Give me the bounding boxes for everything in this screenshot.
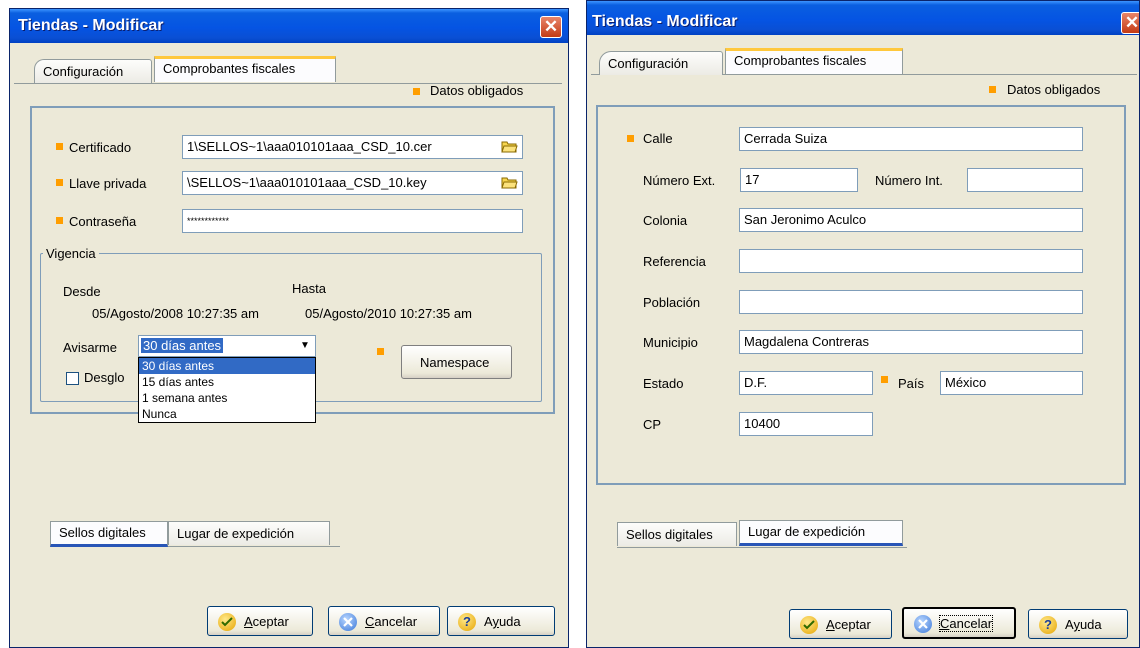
required-marker-icon <box>56 179 63 186</box>
cancelar-mnemonic: C <box>940 616 950 631</box>
avisarme-option[interactable]: 1 semana antes <box>139 390 315 406</box>
tab-comprobantes-fiscales[interactable]: Comprobantes fiscales <box>725 48 903 74</box>
ayuda-button[interactable]: ? Ayuda <box>1028 609 1128 639</box>
calle-label: Calle <box>643 131 673 146</box>
tab-sellos-digitales[interactable]: Sellos digitales <box>617 522 737 546</box>
left-title-bar[interactable]: Tiendas - Modificar ✕ <box>10 9 568 43</box>
cancelar-button[interactable]: Cancelar <box>902 607 1016 639</box>
hasta-value: 05/Agosto/2010 10:27:35 am <box>305 306 472 321</box>
left-window-title: Tiendas - Modificar <box>18 17 164 34</box>
aceptar-label: ceptar <box>834 617 871 632</box>
required-marker-icon <box>377 348 384 355</box>
close-icon[interactable]: ✕ <box>540 16 562 38</box>
tab-lugar-expedicion[interactable]: Lugar de expedición <box>739 520 903 546</box>
desglose-label: Desglo <box>84 370 125 385</box>
required-fields-note: Datos obligados <box>1007 82 1101 97</box>
cancelar-button[interactable]: Cancelar <box>328 606 440 636</box>
aceptar-label: ceptar <box>252 614 289 629</box>
tab-configuracion[interactable]: Configuración <box>599 51 723 75</box>
help-icon: ? <box>1039 616 1057 634</box>
tab-lugar-expedicion[interactable]: Lugar de expedición <box>168 521 330 545</box>
poblacion-field[interactable] <box>739 290 1083 314</box>
aceptar-mnemonic: A <box>826 617 835 632</box>
hasta-label: Hasta <box>292 281 326 296</box>
estado-field[interactable]: D.F. <box>739 371 873 395</box>
colonia-field[interactable]: San Jeronimo Aculco <box>739 208 1083 232</box>
tab-comprobantes-fiscales[interactable]: Comprobantes fiscales <box>154 56 336 82</box>
poblacion-label: Población <box>643 295 701 310</box>
numero-ext-label: Número Ext. <box>643 173 716 188</box>
required-fields-note: Datos obligados <box>430 83 524 98</box>
required-marker-icon <box>56 143 63 150</box>
checkmark-icon <box>800 616 818 634</box>
estado-label: Estado <box>643 376 684 391</box>
aceptar-mnemonic: A <box>244 614 253 629</box>
municipio-label: Municipio <box>643 335 698 350</box>
llave-privada-label: Llave privada <box>69 176 147 191</box>
cancel-x-icon <box>914 615 932 633</box>
cp-field[interactable]: 10400 <box>739 412 873 436</box>
cancelar-label: ancelar <box>374 614 418 629</box>
desde-label: Desde <box>63 284 101 299</box>
calle-field[interactable]: Cerrada Suiza <box>739 127 1083 151</box>
cancelar-label: ancelar <box>949 616 993 631</box>
required-marker-icon <box>413 88 420 95</box>
required-marker-icon <box>627 135 634 142</box>
avisarme-option[interactable]: 30 días antes <box>139 358 315 374</box>
avisarme-label: Avisarme <box>63 340 117 355</box>
right-dialog-window: Tiendas - Modificar ✕ Configuración Comp… <box>586 0 1140 648</box>
contrasena-label: Contraseña <box>69 214 137 229</box>
open-folder-icon[interactable] <box>501 176 518 189</box>
required-marker-icon <box>989 86 996 93</box>
left-dialog-window: Tiendas - Modificar ✕ Configuración Comp… <box>9 8 569 648</box>
close-icon[interactable]: ✕ <box>1121 12 1139 34</box>
llave-privada-field[interactable]: \SELLOS~1\aaa010101aaa_CSD_10.key <box>182 171 523 195</box>
avisarme-select[interactable]: 30 días antes ▼ <box>138 335 316 357</box>
avisarme-options-list: 30 días antes 15 días antes 1 semana ant… <box>138 357 316 423</box>
namespace-button-label: Namespace <box>420 355 490 370</box>
colonia-label: Colonia <box>643 213 688 228</box>
aceptar-button[interactable]: Aceptar <box>789 609 892 639</box>
certificado-label: Certificado <box>69 140 132 155</box>
contrasena-field[interactable]: ************ <box>182 209 523 233</box>
ayuda-button[interactable]: ? Ayuda <box>447 606 555 636</box>
ayuda-label: uda <box>498 614 521 629</box>
pais-label: País <box>898 376 925 391</box>
numero-int-field[interactable] <box>967 168 1083 192</box>
chevron-down-icon[interactable]: ▼ <box>297 338 313 354</box>
cp-label: CP <box>643 417 662 432</box>
numero-int-label: Número Int. <box>875 173 943 188</box>
ayuda-label: uda <box>1079 617 1102 632</box>
checkmark-icon <box>218 613 236 631</box>
tab-sellos-digitales[interactable]: Sellos digitales <box>50 521 168 547</box>
right-title-bar[interactable]: Tiendas - Modificar ✕ <box>587 1 1139 35</box>
required-marker-icon <box>881 376 888 383</box>
namespace-button[interactable]: Namespace <box>401 345 512 379</box>
referencia-label: Referencia <box>643 254 706 269</box>
bottom-tab-line <box>617 547 907 548</box>
cancel-x-icon <box>339 613 357 631</box>
pais-field[interactable]: México <box>940 371 1083 395</box>
municipio-field[interactable]: Magdalena Contreras <box>739 330 1083 354</box>
open-folder-icon[interactable] <box>501 140 518 153</box>
cancelar-mnemonic: C <box>365 614 375 629</box>
aceptar-button[interactable]: Aceptar <box>207 606 313 636</box>
avisarme-selected-value: 30 días antes <box>141 338 224 353</box>
help-icon: ? <box>458 613 476 631</box>
certificado-field[interactable]: 1\SELLOS~1\aaa010101aaa_CSD_10.cer <box>182 135 523 159</box>
desde-value: 05/Agosto/2008 10:27:35 am <box>92 306 259 321</box>
avisarme-option[interactable]: 15 días antes <box>139 374 315 390</box>
right-window-title: Tiendas - Modificar <box>592 13 738 30</box>
avisarme-option[interactable]: Nunca <box>139 406 315 422</box>
required-marker-icon <box>56 217 63 224</box>
desglose-checkbox[interactable] <box>66 372 79 385</box>
tab-configuracion[interactable]: Configuración <box>34 59 152 83</box>
vigencia-legend: Vigencia <box>46 246 96 261</box>
referencia-field[interactable] <box>739 249 1083 273</box>
numero-ext-field[interactable]: 17 <box>740 168 858 192</box>
